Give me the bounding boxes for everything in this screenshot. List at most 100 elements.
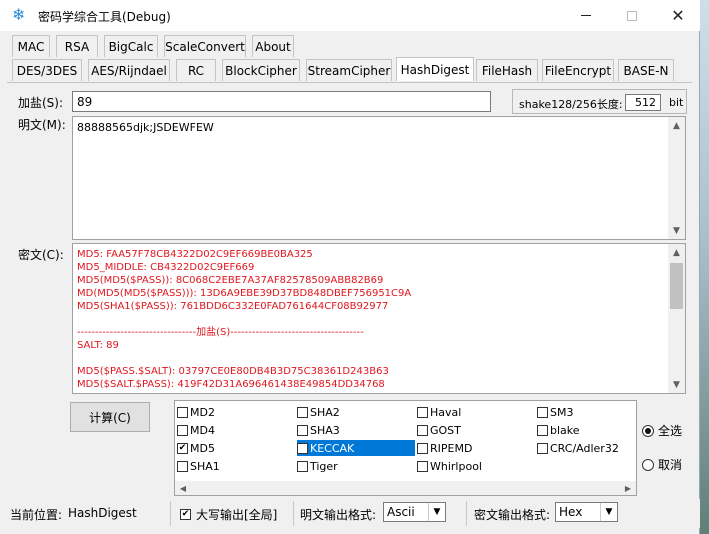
radio-indicator	[642, 458, 654, 471]
checkbox-icon	[417, 460, 428, 472]
maximize-button[interactable]	[609, 0, 655, 31]
tab-hashdigest[interactable]: HashDigest	[396, 57, 474, 81]
algorithm-label: SM3	[550, 405, 574, 419]
plaintext-label: 明文(M):	[18, 118, 66, 132]
scroll-down-icon[interactable]: ▼	[668, 376, 685, 393]
algorithm-label: CRC/Adler32	[550, 441, 619, 455]
ciphertext-line: MD5($SALT.$PASS): 419F42D31A696461438E49…	[77, 379, 385, 390]
ciphertext-line: MD5(MD5($PASS)): 8C068C2EBE7A37AF8257850…	[77, 275, 384, 286]
tab-scaleconvert[interactable]: ScaleConvert	[164, 35, 246, 57]
checkbox-icon	[297, 442, 308, 454]
algorithm-label: RIPEMD	[430, 441, 473, 455]
scroll-up-icon[interactable]: ▲	[668, 244, 685, 261]
radio-indicator	[642, 424, 654, 437]
compute-button[interactable]: 计算(C)	[70, 402, 150, 432]
algorithm-checkbox-keccak[interactable]: KECCAK	[297, 440, 415, 456]
ciphertext-line: MD5($PASS.$SALT): 03797CE0E80DB4B3D75C38…	[77, 366, 389, 377]
select-all-radio[interactable]: 全选	[642, 422, 682, 439]
algorithm-checkbox-md2[interactable]: MD2	[177, 404, 215, 420]
location-value: HashDigest	[68, 506, 137, 520]
plaintext-scrollbar[interactable]: ▲ ▼	[668, 117, 685, 239]
plain-format-value: Ascii	[387, 505, 415, 519]
tab-blockcipher[interactable]: BlockCipher	[222, 59, 300, 81]
algorithm-checkbox-sha2[interactable]: SHA2	[297, 404, 340, 420]
checkbox-icon	[417, 442, 428, 454]
main-window: ❄ 密码学综合工具(Debug) ✕ MAC RSA BigCalc Scale…	[0, 0, 700, 534]
ciphertext-line: MD(MD5(MD5($PASS))): 13D6A9EBE39D37BD848…	[77, 288, 412, 299]
scroll-left-icon[interactable]: ◀	[175, 481, 191, 495]
plain-format-select[interactable]: Ascii ▼	[383, 502, 446, 522]
tab-aes-rijndael[interactable]: AES/Rijndael	[88, 59, 170, 81]
algorithm-label: SHA1	[190, 459, 220, 473]
ciphertext-line: MD5: FAA57F78CB4322D02C9EF669BE0BA325	[77, 249, 313, 260]
minimize-button[interactable]	[563, 0, 609, 31]
algorithm-checkbox-blake[interactable]: blake	[537, 422, 580, 438]
scroll-down-icon[interactable]: ▼	[668, 222, 685, 239]
checkbox-icon	[537, 424, 548, 436]
algorithm-label: MD4	[190, 423, 215, 437]
cipher-format-label: 密文输出格式:	[474, 508, 551, 522]
shake-length-input[interactable]: 512	[625, 94, 661, 111]
algorithm-label: blake	[550, 423, 580, 437]
algorithm-checkbox-sm3[interactable]: SM3	[537, 404, 573, 420]
algorithm-label: SHA3	[310, 423, 340, 437]
tab-des-3des[interactable]: DES/3DES	[12, 59, 82, 81]
checkbox-icon	[537, 406, 548, 418]
algorithm-label: KECCAK	[310, 441, 355, 455]
select-all-label: 全选	[658, 424, 683, 438]
status-separator	[293, 501, 294, 526]
algorithm-checkbox-tiger[interactable]: Tiger	[297, 458, 338, 474]
uppercase-output-label: 大写输出[全局]	[196, 508, 278, 522]
ciphertext-line: ---------------------------------加盐(S)--…	[77, 327, 364, 338]
checkbox-icon	[177, 424, 188, 436]
cipher-format-value: Hex	[559, 505, 583, 519]
tab-rsa[interactable]: RSA	[56, 35, 98, 57]
tab-about[interactable]: About	[252, 35, 294, 57]
checkbox-icon	[297, 424, 308, 436]
algorithm-label: Whirlpool	[430, 459, 482, 473]
tab-base-n[interactable]: BASE-N	[618, 59, 674, 81]
shake-length-label: shake128/256长度:	[519, 98, 623, 111]
ciphertext-textarea[interactable]: MD5: FAA57F78CB4322D02C9EF669BE0BA325 MD5…	[72, 243, 686, 394]
algorithm-checkbox-ripemd[interactable]: RIPEMD	[417, 440, 472, 456]
plaintext-textarea[interactable]: 88888565djk;JSDEWFEW ▲ ▼	[72, 116, 686, 240]
algorithm-checkbox-sha3[interactable]: SHA3	[297, 422, 340, 438]
checkbox-icon	[417, 406, 428, 418]
algorithm-label: Tiger	[310, 459, 338, 473]
algorithm-checkbox-haval[interactable]: Haval	[417, 404, 461, 420]
deselect-radio[interactable]: 取消	[642, 456, 682, 473]
ciphertext-line: MD5(SHA1($PASS)): 761BDD6C332E0FAD761644…	[77, 301, 389, 312]
scroll-right-icon[interactable]: ▶	[620, 481, 636, 495]
algorithm-checkbox-crc-adler32[interactable]: CRC/Adler32	[537, 440, 619, 456]
cipher-format-select[interactable]: Hex ▼	[555, 502, 618, 522]
tab-bigcalc[interactable]: BigCalc	[104, 35, 158, 57]
algorithm-list-scrollbar[interactable]: ◀ ▶	[175, 481, 636, 495]
tab-filehash[interactable]: FileHash	[476, 59, 538, 81]
status-bar: 当前位置: HashDigest ✔ 大写输出[全局] 明文输出格式: Asci…	[0, 499, 700, 528]
algorithm-checkbox-gost[interactable]: GOST	[417, 422, 461, 438]
deselect-label: 取消	[658, 458, 683, 472]
algorithm-label: MD5	[190, 441, 215, 455]
tab-rc[interactable]: RC	[176, 59, 216, 81]
algorithm-checkbox-md4[interactable]: MD4	[177, 422, 215, 438]
status-separator	[466, 501, 467, 526]
algorithm-checkbox-md5[interactable]: ✔ MD5	[177, 440, 215, 456]
algorithm-checkbox-whirlpool[interactable]: Whirlpool	[417, 458, 482, 474]
algorithm-checkbox-sha1[interactable]: SHA1	[177, 458, 220, 474]
tab-panel-border	[7, 82, 692, 83]
scrollbar-thumb[interactable]	[670, 263, 683, 309]
checkbox-icon	[177, 406, 188, 418]
shake-length-unit: bit	[669, 96, 684, 109]
ciphertext-scrollbar[interactable]: ▲ ▼	[668, 244, 685, 393]
tab-mac[interactable]: MAC	[12, 35, 50, 57]
salt-input[interactable]: 89	[72, 91, 491, 112]
tab-fileencrypt[interactable]: FileEncrypt	[542, 59, 614, 81]
tab-streamcipher[interactable]: StreamCipher	[306, 59, 392, 81]
close-button[interactable]: ✕	[655, 0, 701, 31]
close-icon: ✕	[671, 5, 685, 25]
ciphertext-line	[77, 313, 411, 326]
scroll-up-icon[interactable]: ▲	[668, 117, 685, 134]
ciphertext-line: SALT: 89	[77, 340, 119, 351]
uppercase-output-checkbox[interactable]: ✔ 大写输出[全局]	[180, 506, 277, 523]
salt-value: 89	[77, 95, 93, 109]
